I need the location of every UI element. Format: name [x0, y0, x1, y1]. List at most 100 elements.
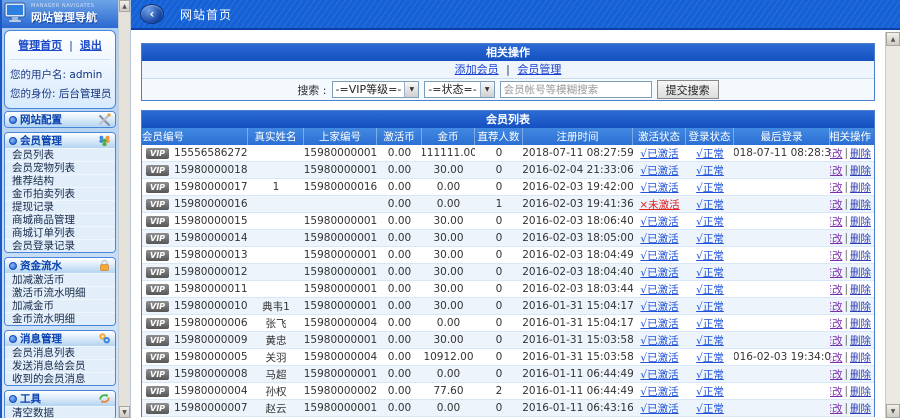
activation-status-link[interactable]: √已激活 [640, 299, 678, 314]
edit-link[interactable]: 修改 [830, 214, 842, 229]
section-header[interactable]: 资金流水 [5, 258, 115, 273]
section-header[interactable]: 工具 [5, 391, 115, 406]
scroll-up-icon[interactable]: ▲ [119, 0, 130, 12]
sidebar-item[interactable]: 金币流水明细 [5, 312, 115, 325]
delete-link[interactable]: 删除 [850, 350, 871, 365]
delete-link[interactable]: 删除 [850, 248, 871, 263]
edit-link[interactable]: 修改 [830, 333, 842, 348]
sidebar-item[interactable]: 推荐结构 [5, 174, 115, 187]
edit-link[interactable]: 修改 [830, 146, 842, 161]
edit-link[interactable]: 修改 [830, 384, 842, 399]
sidebar-item[interactable]: 激活币流水明细 [5, 286, 115, 299]
login-status-link[interactable]: √正常 [696, 401, 724, 416]
activation-status-link[interactable]: √已激活 [640, 231, 678, 246]
login-status-link[interactable]: √正常 [696, 248, 724, 263]
delete-link[interactable]: 删除 [850, 163, 871, 178]
activation-status-link[interactable]: √已激活 [640, 265, 678, 280]
admin-home-link[interactable]: 管理首页 [18, 39, 62, 52]
login-status-link[interactable]: √正常 [696, 214, 724, 229]
sidebar-item[interactable]: 会员宠物列表 [5, 161, 115, 174]
activation-status-link[interactable]: √已激活 [640, 384, 678, 399]
activation-status-link[interactable]: √已激活 [640, 350, 678, 365]
delete-link[interactable]: 删除 [850, 384, 871, 399]
activation-status-link[interactable]: √已激活 [640, 282, 678, 297]
sidebar-item[interactable]: 收到的会员消息 [5, 372, 115, 385]
main-scrollbar[interactable]: ▲ ▼ [885, 32, 900, 418]
login-status-link[interactable]: √正常 [696, 316, 724, 331]
login-status-link[interactable]: √正常 [696, 299, 724, 314]
add-member-link[interactable]: 添加会员 [455, 63, 499, 76]
delete-link[interactable]: 删除 [850, 197, 871, 212]
login-status-link[interactable]: √正常 [696, 231, 724, 246]
back-button[interactable]: ‹ [140, 4, 164, 24]
scroll-up-icon[interactable]: ▲ [886, 32, 900, 46]
search-input[interactable] [499, 81, 652, 98]
login-status-link[interactable]: √正常 [696, 282, 724, 297]
delete-link[interactable]: 删除 [850, 401, 871, 416]
edit-link[interactable]: 修改 [830, 316, 842, 331]
sidebar-item[interactable]: 加减激活币 [5, 273, 115, 286]
activation-status-link[interactable]: √已激活 [640, 367, 678, 382]
login-status-link[interactable]: √正常 [696, 367, 724, 382]
edit-link[interactable]: 修改 [830, 197, 842, 212]
edit-link[interactable]: 修改 [830, 231, 842, 246]
delete-link[interactable]: 删除 [850, 367, 871, 382]
edit-link[interactable]: 修改 [830, 248, 842, 263]
sidebar-item[interactable]: 会员登录记录 [5, 239, 115, 252]
activation-status-link[interactable]: √已激活 [640, 163, 678, 178]
scroll-down-icon[interactable]: ▼ [119, 406, 130, 418]
login-status-link[interactable]: √正常 [696, 197, 724, 212]
login-status-link[interactable]: √正常 [696, 146, 724, 161]
scroll-down-icon[interactable]: ▼ [886, 404, 900, 418]
sidebar-item[interactable]: 商城商品管理 [5, 213, 115, 226]
delete-link[interactable]: 删除 [850, 146, 871, 161]
sidebar-item[interactable]: 会员列表 [5, 148, 115, 161]
activation-status-link[interactable]: √已激活 [640, 401, 678, 416]
status-select[interactable]: -=状态=- ▼ [424, 81, 495, 98]
member-manage-link[interactable]: 会员管理 [517, 63, 561, 76]
sidebar-item[interactable]: 清空数据 [5, 406, 115, 418]
activation-status-link[interactable]: √已激活 [640, 214, 678, 229]
sidebar-item[interactable]: 提现记录 [5, 200, 115, 213]
login-status-link[interactable]: √正常 [696, 163, 724, 178]
edit-link[interactable]: 修改 [830, 350, 842, 365]
sidebar-item[interactable]: 发送消息给会员 [5, 359, 115, 372]
activation-status-link[interactable]: ×未激活 [639, 197, 679, 212]
activation-status-link[interactable]: √已激活 [640, 146, 678, 161]
delete-link[interactable]: 删除 [850, 231, 871, 246]
edit-link[interactable]: 修改 [830, 401, 842, 416]
edit-link[interactable]: 修改 [830, 180, 842, 195]
delete-link[interactable]: 删除 [850, 265, 871, 280]
delete-link[interactable]: 删除 [850, 282, 871, 297]
sidebar-item[interactable]: 加减金币 [5, 299, 115, 312]
submit-search-button[interactable]: 提交搜索 [656, 80, 719, 99]
login-status-link[interactable]: √正常 [696, 180, 724, 195]
edit-link[interactable]: 修改 [830, 367, 842, 382]
delete-link[interactable]: 删除 [850, 299, 871, 314]
delete-link[interactable]: 删除 [850, 316, 871, 331]
login-status-link[interactable]: √正常 [696, 350, 724, 365]
sidebar-item[interactable]: 金币拍卖列表 [5, 187, 115, 200]
sidebar-scrollbar[interactable]: ▲ ▼ [118, 0, 131, 418]
activation-status-link[interactable]: √已激活 [640, 333, 678, 348]
section-header[interactable]: 消息管理 [5, 331, 115, 346]
section-header[interactable]: 网站配置 [5, 112, 115, 127]
edit-link[interactable]: 修改 [830, 299, 842, 314]
sidebar-item[interactable]: 会员消息列表 [5, 346, 115, 359]
edit-link[interactable]: 修改 [830, 265, 842, 280]
logout-link[interactable]: 退出 [80, 39, 102, 52]
delete-link[interactable]: 删除 [850, 180, 871, 195]
login-status-link[interactable]: √正常 [696, 265, 724, 280]
login-status-link[interactable]: √正常 [696, 384, 724, 399]
section-header[interactable]: 会员管理 [5, 133, 115, 148]
activation-status-link[interactable]: √已激活 [640, 316, 678, 331]
edit-link[interactable]: 修改 [830, 282, 842, 297]
delete-link[interactable]: 删除 [850, 333, 871, 348]
vip-level-select[interactable]: -=VIP等级=- ▼ [331, 81, 420, 98]
activation-status-link[interactable]: √已激活 [640, 248, 678, 263]
delete-link[interactable]: 删除 [850, 214, 871, 229]
activation-status-link[interactable]: √已激活 [640, 180, 678, 195]
login-status-link[interactable]: √正常 [696, 333, 724, 348]
sidebar-item[interactable]: 商城订单列表 [5, 226, 115, 239]
edit-link[interactable]: 修改 [830, 163, 842, 178]
